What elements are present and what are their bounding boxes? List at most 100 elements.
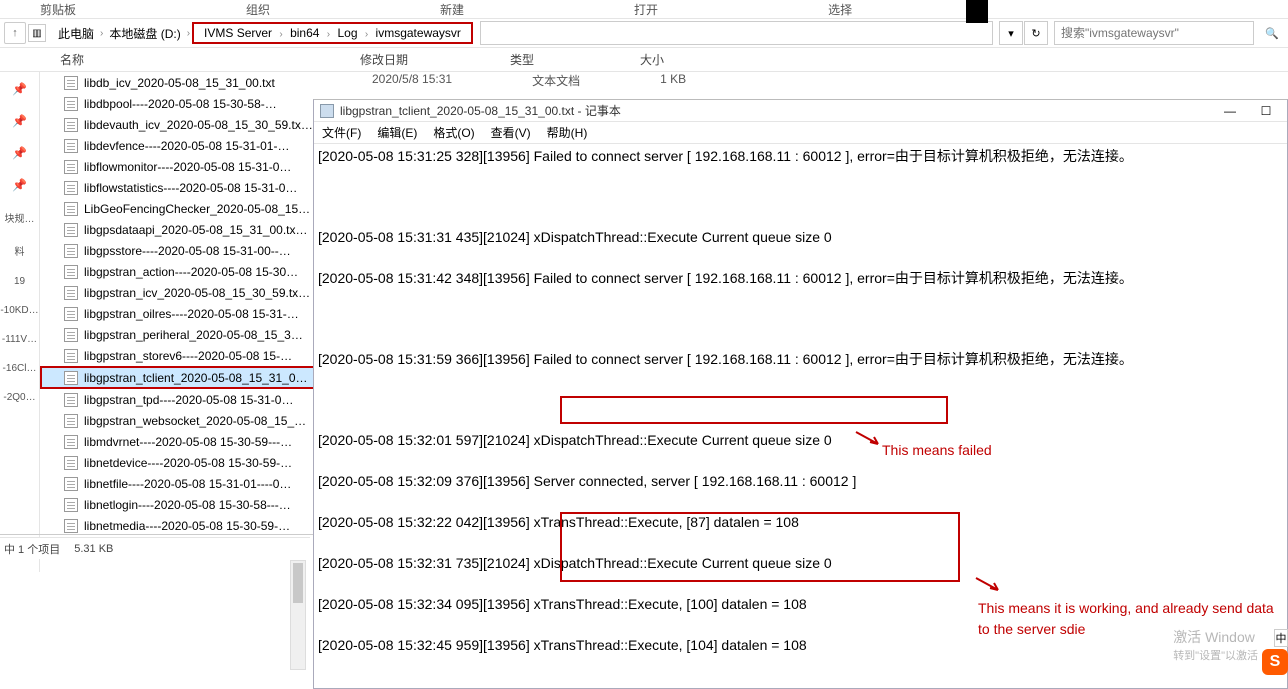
ribbon-organize[interactable]: 组织 <box>246 1 270 18</box>
refresh-icon[interactable]: ↻ <box>1024 21 1048 45</box>
status-bar: 中 1 个项目 5.31 KB <box>0 537 310 559</box>
file-icon <box>64 414 78 428</box>
file-icon <box>64 244 78 258</box>
file-row[interactable]: libgpstran_oilres----2020-05-08 15-31-… <box>40 303 320 324</box>
file-row[interactable]: libgpstran_action----2020-05-08 15-30… <box>40 261 320 282</box>
notepad-body[interactable]: [2020-05-08 15:31:25 328][13956] Failed … <box>314 144 1287 688</box>
file-name: libgpstran_action----2020-05-08 15-30… <box>84 265 298 279</box>
address-input[interactable] <box>480 21 993 45</box>
file-icon <box>64 456 78 470</box>
file-name: libdbpool----2020-05-08 15-30-58-… <box>84 97 277 111</box>
crumb-drive[interactable]: 本地磁盘 (D:) <box>105 23 184 44</box>
maximize-button[interactable]: ☐ <box>1251 102 1281 120</box>
activate-windows-watermark: 激活 Window 转到"设置"以激活 <box>1173 627 1258 663</box>
file-name: libgpsdataapi_2020-05-08_15_31_00.tx… <box>84 223 308 237</box>
col-date[interactable]: 修改日期 <box>360 51 510 68</box>
notepad-menu: 文件(F) 编辑(E) 格式(O) 查看(V) 帮助(H) <box>314 122 1287 144</box>
crumb-pc[interactable]: 此电脑 <box>54 23 98 44</box>
file-icon <box>64 181 78 195</box>
menu-help[interactable]: 帮助(H) <box>547 124 588 141</box>
ribbon-select[interactable]: 选择 <box>828 1 852 18</box>
scrollbar[interactable] <box>290 560 306 670</box>
menu-edit[interactable]: 编辑(E) <box>377 124 417 141</box>
sidebar-label[interactable]: 19 <box>14 276 25 287</box>
file-icon <box>64 349 78 363</box>
sidebar-label[interactable]: -16Cl… <box>3 363 37 374</box>
file-name: libnetdevice----2020-05-08 15-30-59-… <box>84 456 292 470</box>
file-row[interactable]: libnetlogin----2020-05-08 15-30-58---… <box>40 494 320 515</box>
menu-view[interactable]: 查看(V) <box>491 124 531 141</box>
sidebar-label[interactable]: 料 <box>15 243 25 258</box>
black-corner <box>966 0 988 23</box>
minimize-button[interactable]: — <box>1215 102 1245 120</box>
status-items: 中 1 个项目 <box>4 541 60 557</box>
ribbon-row: 剪贴板 组织 新建 打开 选择 <box>0 0 1288 18</box>
menu-file[interactable]: 文件(F) <box>322 124 361 141</box>
ribbon-open[interactable]: 打开 <box>634 1 658 18</box>
col-type[interactable]: 类型 <box>510 51 640 68</box>
file-row[interactable]: libflowmonitor----2020-05-08 15-31-0… <box>40 156 320 177</box>
log-line: [2020-05-08 15:31:31 435][21024] xDispat… <box>318 227 1283 248</box>
file-row[interactable]: libgpsstore----2020-05-08 15-31-00--… <box>40 240 320 261</box>
col-name[interactable]: 名称 <box>60 51 360 68</box>
file-row[interactable]: libflowstatistics----2020-05-08 15-31-0… <box>40 177 320 198</box>
file-row[interactable]: libnetfile----2020-05-08 15-31-01----0… <box>40 473 320 494</box>
file-icon <box>64 202 78 216</box>
sidebar-label[interactable]: 块规… <box>5 210 35 225</box>
crumb-log[interactable]: Log <box>333 24 361 42</box>
col-size[interactable]: 大小 <box>640 51 720 68</box>
file-row[interactable]: libmdvrnet----2020-05-08 15-30-59---… <box>40 431 320 452</box>
notepad-title: libgpstran_tclient_2020-05-08_15_31_00.t… <box>340 102 1209 119</box>
file-row[interactable]: LibGeoFencingChecker_2020-05-08_15… <box>40 198 320 219</box>
breadcrumb[interactable]: 此电脑› 本地磁盘 (D:)› IVMS Server › bin64 › Lo… <box>52 21 475 45</box>
file-row[interactable]: libdevfence----2020-05-08 15-31-01-… <box>40 135 320 156</box>
file-icon <box>64 393 78 407</box>
ribbon-clipboard[interactable]: 剪贴板 <box>40 1 76 18</box>
notepad-titlebar[interactable]: libgpstran_tclient_2020-05-08_15_31_00.t… <box>314 100 1287 122</box>
notepad-window: libgpstran_tclient_2020-05-08_15_31_00.t… <box>313 99 1288 689</box>
sidebar-label[interactable]: -111V… <box>2 334 37 345</box>
log-line: [2020-05-08 15:31:42 348][13956] Failed … <box>318 268 1283 289</box>
file-icon <box>64 139 78 153</box>
sidebar-label[interactable]: -2Q0… <box>3 392 35 403</box>
crumb-ivms[interactable]: IVMS Server <box>200 24 276 42</box>
file-row[interactable]: libdevauth_icv_2020-05-08_15_30_59.tx… <box>40 114 320 135</box>
up-button[interactable]: ↑ <box>4 22 26 44</box>
ime-lang-indicator[interactable]: 中 <box>1274 629 1288 647</box>
file-row[interactable]: libgpstran_icv_2020-05-08_15_30_59.tx… <box>40 282 320 303</box>
file-icon <box>64 118 78 132</box>
sidebar-label[interactable]: -10KD… <box>0 305 38 316</box>
file-name: libgpstran_oilres----2020-05-08 15-31-… <box>84 307 299 321</box>
crumb-bin64[interactable]: bin64 <box>286 24 323 42</box>
file-row-selected[interactable]: libgpstran_tclient_2020-05-08_15_31_0… <box>40 366 320 389</box>
file-list[interactable]: 2020/5/8 15:31 文本文档 1 KB libdb_icv_2020-… <box>40 72 320 572</box>
file-row[interactable]: libgpstran_periheral_2020-05-08_15_3… <box>40 324 320 345</box>
file-icon <box>64 477 78 491</box>
file-icon <box>64 76 78 90</box>
file-row[interactable]: libgpsdataapi_2020-05-08_15_31_00.tx… <box>40 219 320 240</box>
pin-icon[interactable]: 📌 <box>12 146 27 160</box>
menu-format[interactable]: 格式(O) <box>433 124 474 141</box>
chevron-right-icon: › <box>187 28 190 39</box>
crumb-folder[interactable]: ivmsgatewaysvr <box>372 24 465 42</box>
file-name: libgpstran_tpd----2020-05-08 15-31-0… <box>84 393 293 407</box>
pin-icon[interactable]: 📌 <box>12 114 27 128</box>
search-icon[interactable]: 🔍 <box>1260 21 1284 45</box>
chevron-right-icon: › <box>100 28 103 39</box>
file-row[interactable]: libnetdevice----2020-05-08 15-30-59-… <box>40 452 320 473</box>
ribbon-new[interactable]: 新建 <box>440 1 464 18</box>
ime-icon[interactable]: S <box>1262 649 1288 675</box>
file-row[interactable]: libdbpool----2020-05-08 15-30-58-… <box>40 93 320 114</box>
address-bar: ↑ ▥ 此电脑› 本地磁盘 (D:)› IVMS Server › bin64 … <box>0 18 1288 48</box>
log-line: [2020-05-08 15:32:09 376][13956] Server … <box>318 471 1283 492</box>
dropdown-icon[interactable]: ▾ <box>999 21 1023 45</box>
file-row[interactable]: libgpstran_tpd----2020-05-08 15-31-0… <box>40 389 320 410</box>
pin-icon[interactable]: 📌 <box>12 178 27 192</box>
status-size: 5.31 KB <box>74 543 113 555</box>
file-row[interactable]: libdb_icv_2020-05-08_15_31_00.txt <box>40 72 320 93</box>
file-row[interactable]: libnetmedia----2020-05-08 15-30-59-… <box>40 515 320 536</box>
file-row[interactable]: libgpstran_websocket_2020-05-08_15_… <box>40 410 320 431</box>
pin-icon[interactable]: 📌 <box>12 82 27 96</box>
file-row[interactable]: libgpstran_storev6----2020-05-08 15-… <box>40 345 320 366</box>
search-input[interactable] <box>1054 21 1254 45</box>
